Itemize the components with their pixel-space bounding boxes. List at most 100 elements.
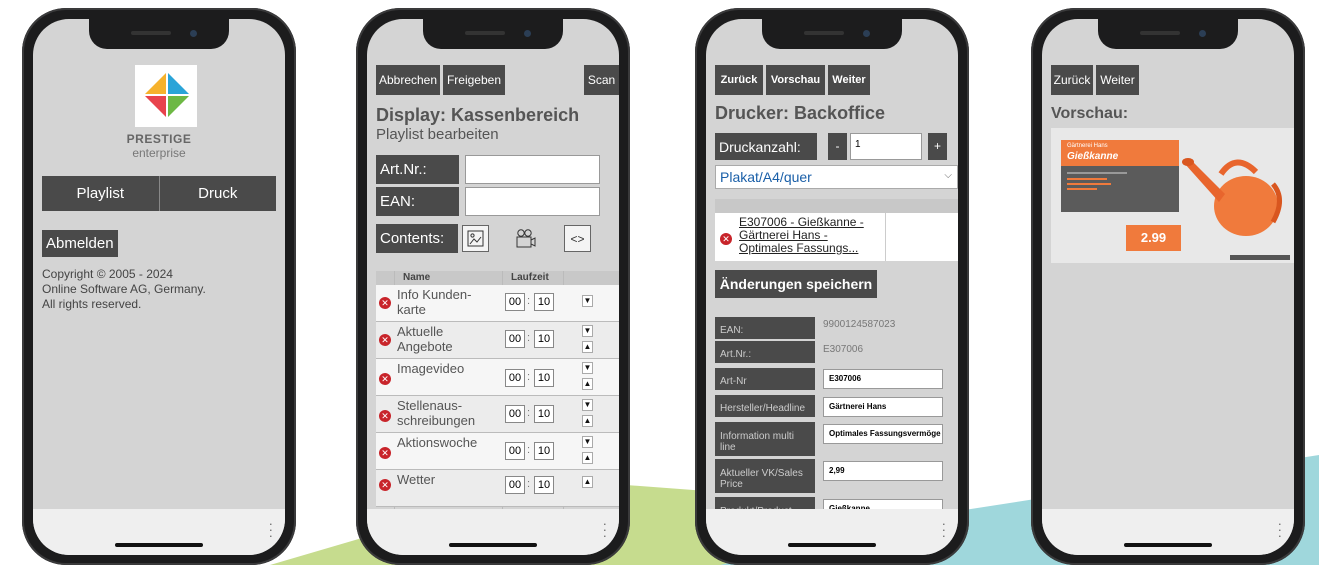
release-button[interactable]: Freigeben [443,65,505,95]
more-icon[interactable]: · · · [1278,517,1282,542]
table-row: ✕ Info Kunden-karte 00 : 10 ▼ [376,285,619,322]
move-up-icon[interactable]: ▲ [582,476,593,488]
delete-icon[interactable]: ✕ [379,479,391,491]
print-count-label: Druckanzahl: [715,133,817,160]
delete-icon[interactable]: ✕ [379,297,391,309]
seconds-input[interactable]: 10 [534,476,554,494]
row-name: Wetter [397,472,436,487]
code-icon[interactable]: <> [564,225,591,252]
screen: Zurück Weiter Vorschau: Gärtnerei Hans G… [1042,19,1294,555]
image-icon[interactable] [462,225,489,252]
copyright-line: All rights reserved. [42,297,142,311]
item-link[interactable]: E307006 - Gießkanne - Gärtnerei Hans - O… [739,216,875,255]
delete-icon[interactable]: ✕ [379,373,391,385]
table-row: ✕ Wetter 00 : 10 ▲ [376,470,619,507]
time-separator: : [527,444,531,456]
home-indicator[interactable] [788,543,876,547]
notch [423,19,563,49]
increment-button[interactable]: + [928,133,947,160]
delete-icon[interactable]: ✕ [379,447,391,459]
move-down-icon[interactable]: ▼ [582,436,593,448]
time-separator: : [527,295,531,307]
minutes-input[interactable]: 00 [505,476,525,494]
move-down-icon[interactable]: ▼ [582,325,593,337]
seconds-input[interactable]: 10 [534,369,554,387]
delete-icon[interactable]: ✕ [379,334,391,346]
next-button[interactable]: Weiter [828,65,870,95]
field-input[interactable]: 2,99 [823,461,943,481]
ean-input[interactable] [465,187,600,216]
copyright-line: Online Software AG, Germany. [42,282,206,296]
move-down-icon[interactable]: ▼ [582,362,593,374]
phone-print: Zurück Vorschau Weiter Drucker: Backoffi… [695,8,969,565]
bottom-bar: · · · [367,509,619,555]
more-icon[interactable]: · · · [603,517,607,542]
move-down-icon[interactable]: ▼ [582,295,593,307]
art-nr-input[interactable] [465,155,600,184]
col-name: Name [403,272,431,283]
video-icon[interactable] [512,225,539,252]
minutes-input[interactable]: 00 [505,442,525,460]
move-up-icon[interactable]: ▲ [582,415,593,427]
poster-brand: Gärtnerei Hans [1067,143,1108,149]
field-label: Art-Nr [715,368,815,390]
table-row: ✕ Stellenaus-schreibungen 00 : 10 ▼ ▲ [376,396,619,433]
home-indicator[interactable] [449,543,537,547]
move-up-icon[interactable]: ▲ [582,341,593,353]
decrement-button[interactable]: - [828,133,847,160]
save-changes-button[interactable]: Änderungen speichern [715,270,877,298]
field-input[interactable]: E307006 [823,369,943,389]
seconds-input[interactable]: 10 [534,442,554,460]
screen: Abbrechen Freigeben Scan Display: Kassen… [367,19,619,555]
playlist-table: Name Laufzeit ✕ Info Kunden-karte 00 : 1… [376,271,619,515]
move-down-icon[interactable]: ▼ [582,399,593,411]
art-nr-label: Art.Nr.: [376,155,459,184]
minutes-input[interactable]: 00 [505,369,525,387]
home-indicator[interactable] [1124,543,1212,547]
minutes-input[interactable]: 00 [505,293,525,311]
minutes-input[interactable]: 00 [505,405,525,423]
brand-name: PRESTIGE [126,132,192,146]
print-button[interactable]: Druck [159,176,276,211]
time-separator: : [527,332,531,344]
phone-preview: Zurück Weiter Vorschau: Gärtnerei Hans G… [1031,8,1305,565]
print-count-input[interactable]: 1 [850,133,922,160]
playlist-button[interactable]: Playlist [42,176,160,211]
seconds-input[interactable]: 10 [534,293,554,311]
seconds-input[interactable]: 10 [534,330,554,348]
back-button[interactable]: Zurück [715,65,763,95]
format-select[interactable]: Plakat/A4/quer ⌵ [715,165,958,189]
delete-icon[interactable]: ✕ [379,410,391,422]
field-input[interactable]: Optimales Fassungsvermöge [823,424,943,444]
scan-button[interactable]: Scan [584,65,619,95]
more-icon[interactable]: · · · [269,517,273,542]
row-name: Info Kunden-karte [397,287,472,317]
poster-product: Gießkanne [1067,151,1119,162]
back-button[interactable]: Zurück [1051,65,1093,95]
move-up-icon[interactable]: ▲ [582,378,593,390]
poster-footer [1230,255,1290,260]
field-value: E307006 [823,344,864,355]
preview-button[interactable]: Vorschau [766,65,825,95]
move-up-icon[interactable]: ▲ [582,452,593,464]
minutes-input[interactable]: 00 [505,330,525,348]
delete-icon[interactable]: ✕ [720,233,732,245]
time-separator: : [527,407,531,419]
bottom-bar: · · · [33,509,285,555]
seconds-input[interactable]: 10 [534,405,554,423]
field-input[interactable]: Gärtnerei Hans [823,397,943,417]
next-button[interactable]: Weiter [1096,65,1139,95]
phone-playlist: Abbrechen Freigeben Scan Display: Kassen… [356,8,630,565]
screen: Zurück Vorschau Weiter Drucker: Backoffi… [706,19,958,555]
cancel-button[interactable]: Abbrechen [376,65,440,95]
table-row: ✕ E307006 - Gießkanne - Gärtnerei Hans -… [715,213,958,261]
item-table-header [715,199,958,213]
contents-label: Contents: [376,224,458,253]
logout-button[interactable]: Abmelden [42,230,118,257]
field-label: Hersteller/Headline [715,395,815,417]
chevron-down-icon: ⌵ [944,170,952,181]
more-icon[interactable]: · · · [942,517,946,542]
home-indicator[interactable] [115,543,203,547]
table-row: ✕ Aktuelle Angebote 00 : 10 ▼ ▲ [376,322,619,359]
bottom-bar: · · · [1042,509,1294,555]
